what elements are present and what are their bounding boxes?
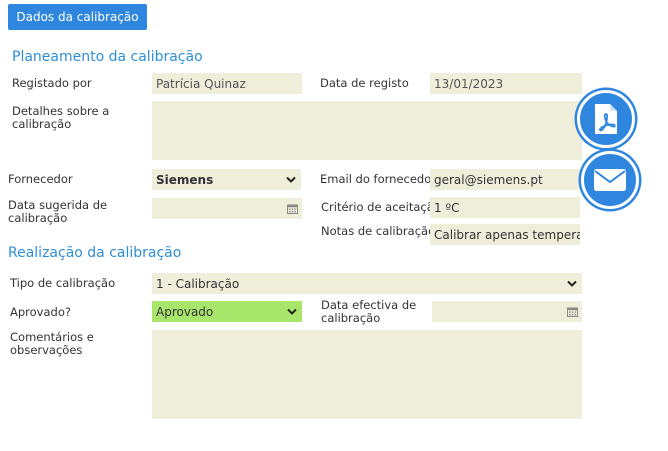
supplier-email-label: Email do fornecedor xyxy=(320,172,436,186)
section-title-planning: Planeamento da calibração xyxy=(12,49,203,65)
acceptance-label: Critério de aceitação xyxy=(321,200,441,214)
calendar-icon[interactable] xyxy=(287,204,298,214)
details-label: Detalhes sobre a calibração xyxy=(12,104,110,131)
supplier-email-field[interactable]: geral@siemens.pt xyxy=(430,169,580,190)
registered-by-field: Patrícia Quinaz xyxy=(152,73,302,94)
supplier-label: Fornecedor xyxy=(8,172,73,186)
comments-label: Comentários e observações xyxy=(10,330,94,357)
details-textarea[interactable] xyxy=(152,101,582,160)
effective-date-label: Data efectiva de calibração xyxy=(321,298,417,325)
tab-dados-calibracao[interactable]: Dados da calibração xyxy=(8,4,147,30)
chevron-down-icon xyxy=(287,308,297,315)
register-date-label: Data de registo xyxy=(320,76,409,90)
approved-label: Aprovado? xyxy=(10,305,71,319)
pdf-icon xyxy=(595,104,617,134)
calibration-type-value: 1 - Calibração xyxy=(156,276,240,291)
supplier-value: Siemens xyxy=(156,172,214,187)
calendar-icon[interactable] xyxy=(567,307,578,317)
email-button[interactable] xyxy=(581,151,639,209)
approved-select[interactable]: Aprovado xyxy=(152,301,302,322)
notes-field[interactable]: Calibrar apenas temperatura xyxy=(430,224,580,245)
chevron-down-icon xyxy=(286,176,296,183)
registered-by-label: Registado por xyxy=(12,76,92,90)
suggested-date-field[interactable] xyxy=(152,198,302,219)
effective-date-field[interactable] xyxy=(432,301,582,322)
notes-label: Notas de calibração xyxy=(321,224,436,238)
suggested-date-label: Data sugerida de calibração xyxy=(8,198,108,225)
chevron-down-icon xyxy=(567,280,577,287)
pdf-button[interactable] xyxy=(577,90,635,148)
section-title-execution: Realização da calibração xyxy=(8,245,182,261)
register-date-field: 13/01/2023 xyxy=(430,73,582,94)
acceptance-field[interactable]: 1 ºC xyxy=(430,197,580,218)
calibration-type-label: Tipo de calibração xyxy=(10,276,116,290)
envelope-icon xyxy=(594,169,626,191)
calibration-type-select[interactable]: 1 - Calibração xyxy=(152,273,582,294)
approved-value: Aprovado xyxy=(156,304,214,319)
comments-textarea[interactable] xyxy=(152,330,582,419)
supplier-select[interactable]: Siemens xyxy=(152,169,301,190)
